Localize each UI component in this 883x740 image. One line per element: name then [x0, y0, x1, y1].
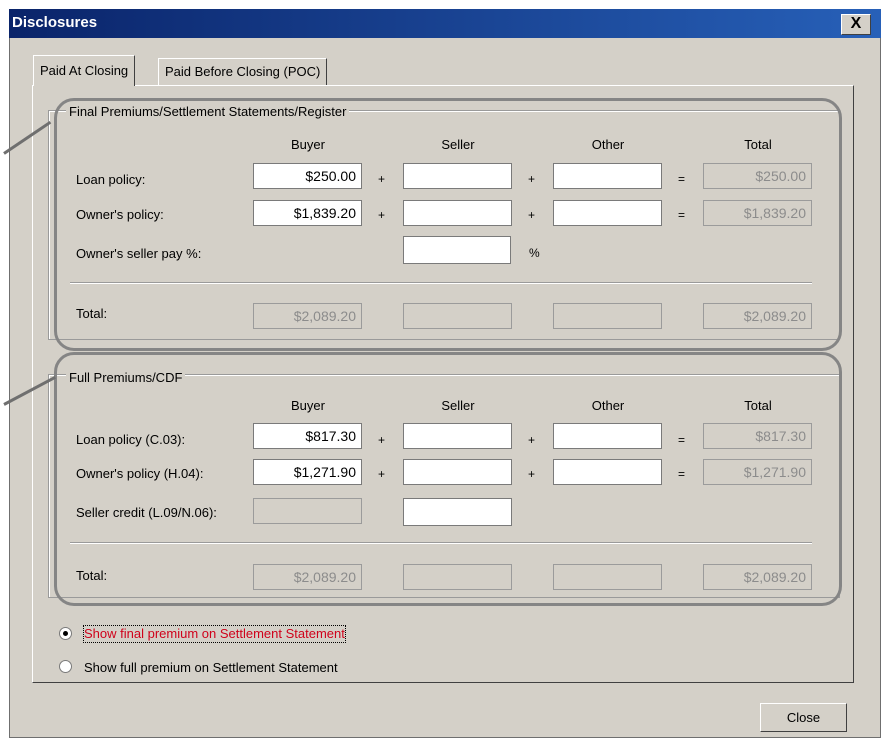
title-bar	[9, 9, 881, 38]
show-final-premium-label[interactable]: Show final premium on Settlement Stateme…	[83, 625, 346, 643]
show-full-premium-label[interactable]: Show full premium on Settlement Statemen…	[84, 660, 338, 676]
show-final-premium-radio[interactable]	[59, 627, 72, 640]
close-button[interactable]: Close	[760, 703, 847, 732]
highlight-callout-full	[54, 352, 842, 606]
highlight-callout-final	[54, 98, 842, 351]
window-close-button[interactable]: X	[841, 14, 871, 35]
close-icon: X	[850, 15, 862, 32]
show-full-premium-radio[interactable]	[59, 660, 72, 673]
tab-paid-at-closing[interactable]: Paid At Closing	[33, 55, 136, 86]
window-title: Disclosures	[12, 14, 98, 31]
tab-paid-before-closing[interactable]: Paid Before Closing (POC)	[158, 58, 328, 85]
